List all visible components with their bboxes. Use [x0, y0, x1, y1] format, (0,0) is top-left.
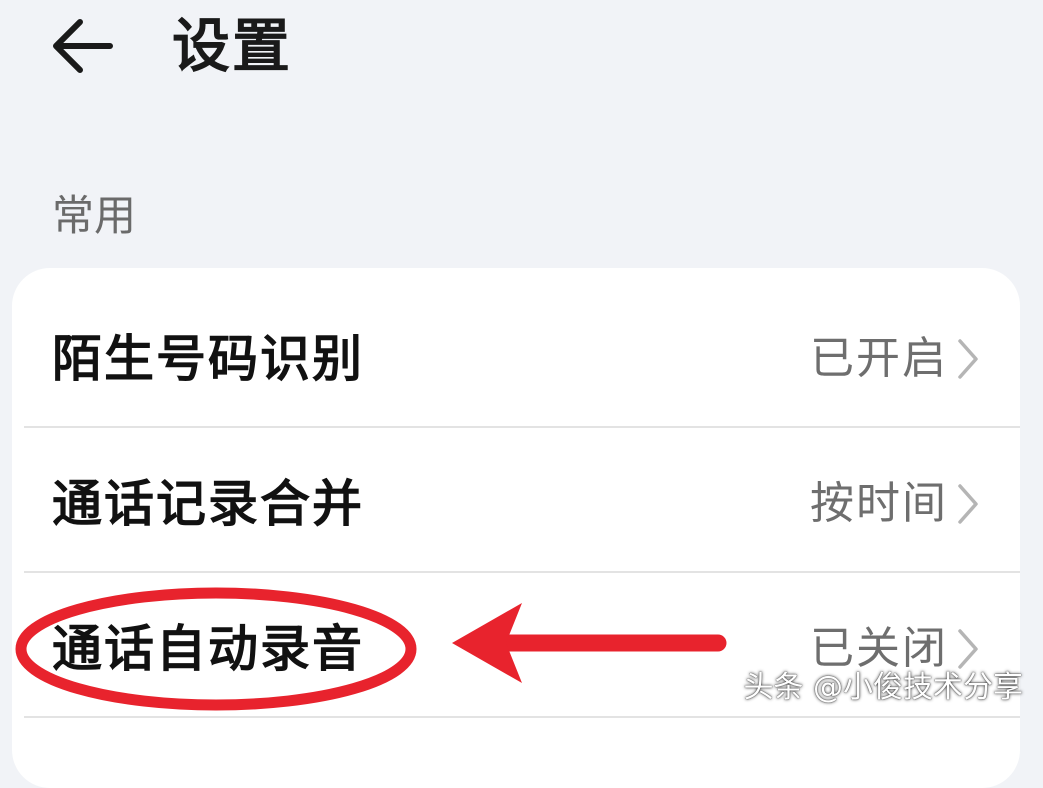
setting-value: 已开启 [810, 332, 948, 384]
divider [24, 426, 1020, 428]
setting-row-call-log-merge[interactable]: 通话记录合并 按时间 [12, 431, 1020, 576]
app-header: 设置 [0, 0, 1043, 100]
chevron-right-icon [958, 628, 978, 669]
divider [24, 571, 1020, 573]
chevron-right-icon [958, 338, 978, 379]
setting-label: 陌生号码识别 [52, 329, 364, 388]
section-label-common: 常用 [52, 191, 137, 240]
setting-label: 通话自动录音 [52, 619, 364, 678]
setting-label: 通话记录合并 [52, 474, 364, 533]
arrow-left-icon [53, 19, 113, 73]
watermark: 头条 @小俊技术分享 [743, 670, 1023, 705]
page-title: 设置 [172, 12, 293, 80]
settings-card: 陌生号码识别 已开启 通话记录合并 按时间 通话自动录音 已关闭 [12, 268, 1020, 788]
chevron-right-icon [958, 483, 978, 524]
divider [24, 716, 1020, 718]
setting-row-unknown-number-identification[interactable]: 陌生号码识别 已开启 [12, 286, 1020, 431]
setting-value: 按时间 [810, 477, 948, 529]
back-button[interactable] [44, 8, 124, 84]
